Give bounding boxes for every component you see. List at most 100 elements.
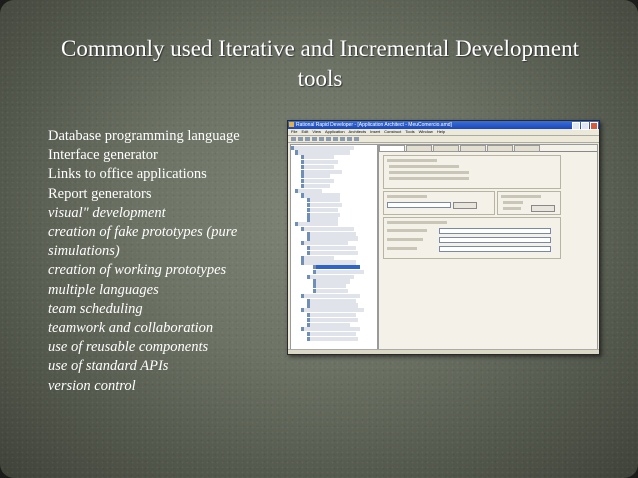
tree-node bbox=[301, 155, 334, 160]
slide-title: Commonly used Iterative and Incremental … bbox=[61, 36, 579, 91]
property-tab bbox=[460, 145, 486, 152]
radio-option bbox=[503, 207, 521, 210]
tree-node bbox=[301, 159, 338, 165]
bullet-item: Interface generator bbox=[48, 147, 158, 164]
tree-node bbox=[295, 188, 322, 193]
tree-node bbox=[307, 236, 358, 241]
tree-node bbox=[307, 274, 354, 279]
tree-node bbox=[301, 260, 356, 265]
properties-pane bbox=[378, 144, 598, 350]
field-label bbox=[387, 247, 417, 250]
toolbar-icon bbox=[347, 137, 352, 141]
tree-node bbox=[307, 250, 358, 255]
tree-node bbox=[307, 303, 358, 308]
path-field bbox=[439, 237, 551, 243]
bullet-item: multiple languages bbox=[48, 281, 159, 298]
radio-option bbox=[503, 201, 523, 204]
tree-node bbox=[307, 231, 356, 236]
ide-screenshot: Rational Rapid Developer - [Application … bbox=[287, 120, 600, 355]
app-icon bbox=[289, 122, 294, 127]
tree-node bbox=[291, 145, 354, 150]
group-label bbox=[387, 159, 437, 162]
tree-node bbox=[307, 198, 340, 203]
tree-node bbox=[301, 169, 342, 174]
menu-item: Window bbox=[418, 129, 433, 134]
menu-item: Insert bbox=[370, 129, 381, 134]
tree-node bbox=[313, 269, 364, 275]
menu-item: Edit bbox=[301, 129, 309, 134]
property-tab bbox=[406, 145, 432, 152]
tree-node bbox=[301, 241, 348, 246]
project-tree-pane bbox=[290, 144, 378, 350]
close-icon bbox=[590, 122, 598, 130]
tree-node bbox=[295, 222, 338, 227]
maximize-icon bbox=[581, 122, 589, 130]
tree-node bbox=[307, 332, 356, 337]
toolbar-icon bbox=[340, 137, 345, 141]
screenshot-statusbar bbox=[288, 349, 599, 354]
tree-node bbox=[307, 298, 356, 303]
menu-item: Architects bbox=[348, 129, 367, 134]
server-select bbox=[387, 202, 451, 208]
settings-button bbox=[531, 205, 555, 212]
group-label bbox=[387, 221, 447, 224]
toolbar-icon bbox=[319, 137, 324, 141]
screenshot-menubar: File Edit View Application Architects In… bbox=[288, 129, 599, 136]
path-field bbox=[439, 246, 551, 252]
tree-node bbox=[307, 207, 338, 212]
property-tab bbox=[487, 145, 513, 152]
tree-node bbox=[307, 317, 358, 322]
radio-option bbox=[389, 171, 469, 174]
tree-node bbox=[301, 164, 334, 169]
menu-item: Tools bbox=[405, 129, 415, 134]
bullet-item: Report generators bbox=[48, 185, 152, 202]
property-tab bbox=[514, 145, 540, 152]
toolbar-icon bbox=[298, 137, 303, 141]
tree-node bbox=[295, 150, 350, 155]
field-label bbox=[387, 229, 427, 232]
bullet-item: use of standard APIs bbox=[48, 358, 169, 375]
menu-item: Help bbox=[436, 129, 446, 134]
tree-node bbox=[301, 327, 360, 332]
menu-item: Construct bbox=[384, 129, 402, 134]
properties-button bbox=[453, 202, 477, 209]
tree-node bbox=[313, 284, 346, 289]
bullet-item: team scheduling bbox=[48, 300, 143, 317]
tree-node bbox=[301, 308, 364, 313]
screenshot-window-title: Rational Rapid Developer - [Application … bbox=[296, 122, 452, 128]
radio-option bbox=[389, 165, 459, 168]
screenshot-toolbar bbox=[288, 136, 599, 143]
tree-node bbox=[301, 226, 354, 232]
toolbar-icon bbox=[291, 137, 296, 141]
tree-node bbox=[307, 202, 342, 208]
group-label bbox=[501, 195, 541, 198]
tree-node bbox=[307, 217, 338, 222]
bullet-item: creation of fake prototypes (pure simula… bbox=[48, 224, 238, 260]
radio-option bbox=[389, 177, 469, 180]
tree-node bbox=[307, 312, 356, 318]
tree-node bbox=[301, 293, 360, 298]
screenshot-titlebar: Rational Rapid Developer - [Application … bbox=[288, 121, 599, 130]
minimize-icon bbox=[572, 122, 580, 130]
property-tab bbox=[379, 145, 405, 152]
bullet-item: Database programming language bbox=[48, 128, 240, 144]
menu-item: View bbox=[312, 129, 321, 134]
tree-node bbox=[301, 255, 334, 260]
toolbar-icon bbox=[354, 137, 359, 141]
toolbar-icon bbox=[312, 137, 317, 141]
group-label bbox=[387, 195, 427, 198]
path-field bbox=[439, 228, 551, 234]
tree-node bbox=[301, 179, 334, 184]
tree-node bbox=[301, 193, 340, 198]
toolbar-icon bbox=[333, 137, 338, 141]
bullet-item: version control bbox=[48, 377, 136, 394]
property-tab bbox=[433, 145, 459, 152]
field-label bbox=[387, 238, 423, 241]
tree-node-selected bbox=[313, 265, 360, 270]
menu-item: File bbox=[291, 129, 298, 134]
tree-node bbox=[307, 246, 356, 251]
bullet-item: teamwork and collaboration bbox=[48, 320, 214, 337]
menu-item: Application bbox=[324, 129, 345, 134]
bullet-list: Database programming language Interface … bbox=[48, 127, 288, 396]
tree-node bbox=[313, 289, 348, 294]
